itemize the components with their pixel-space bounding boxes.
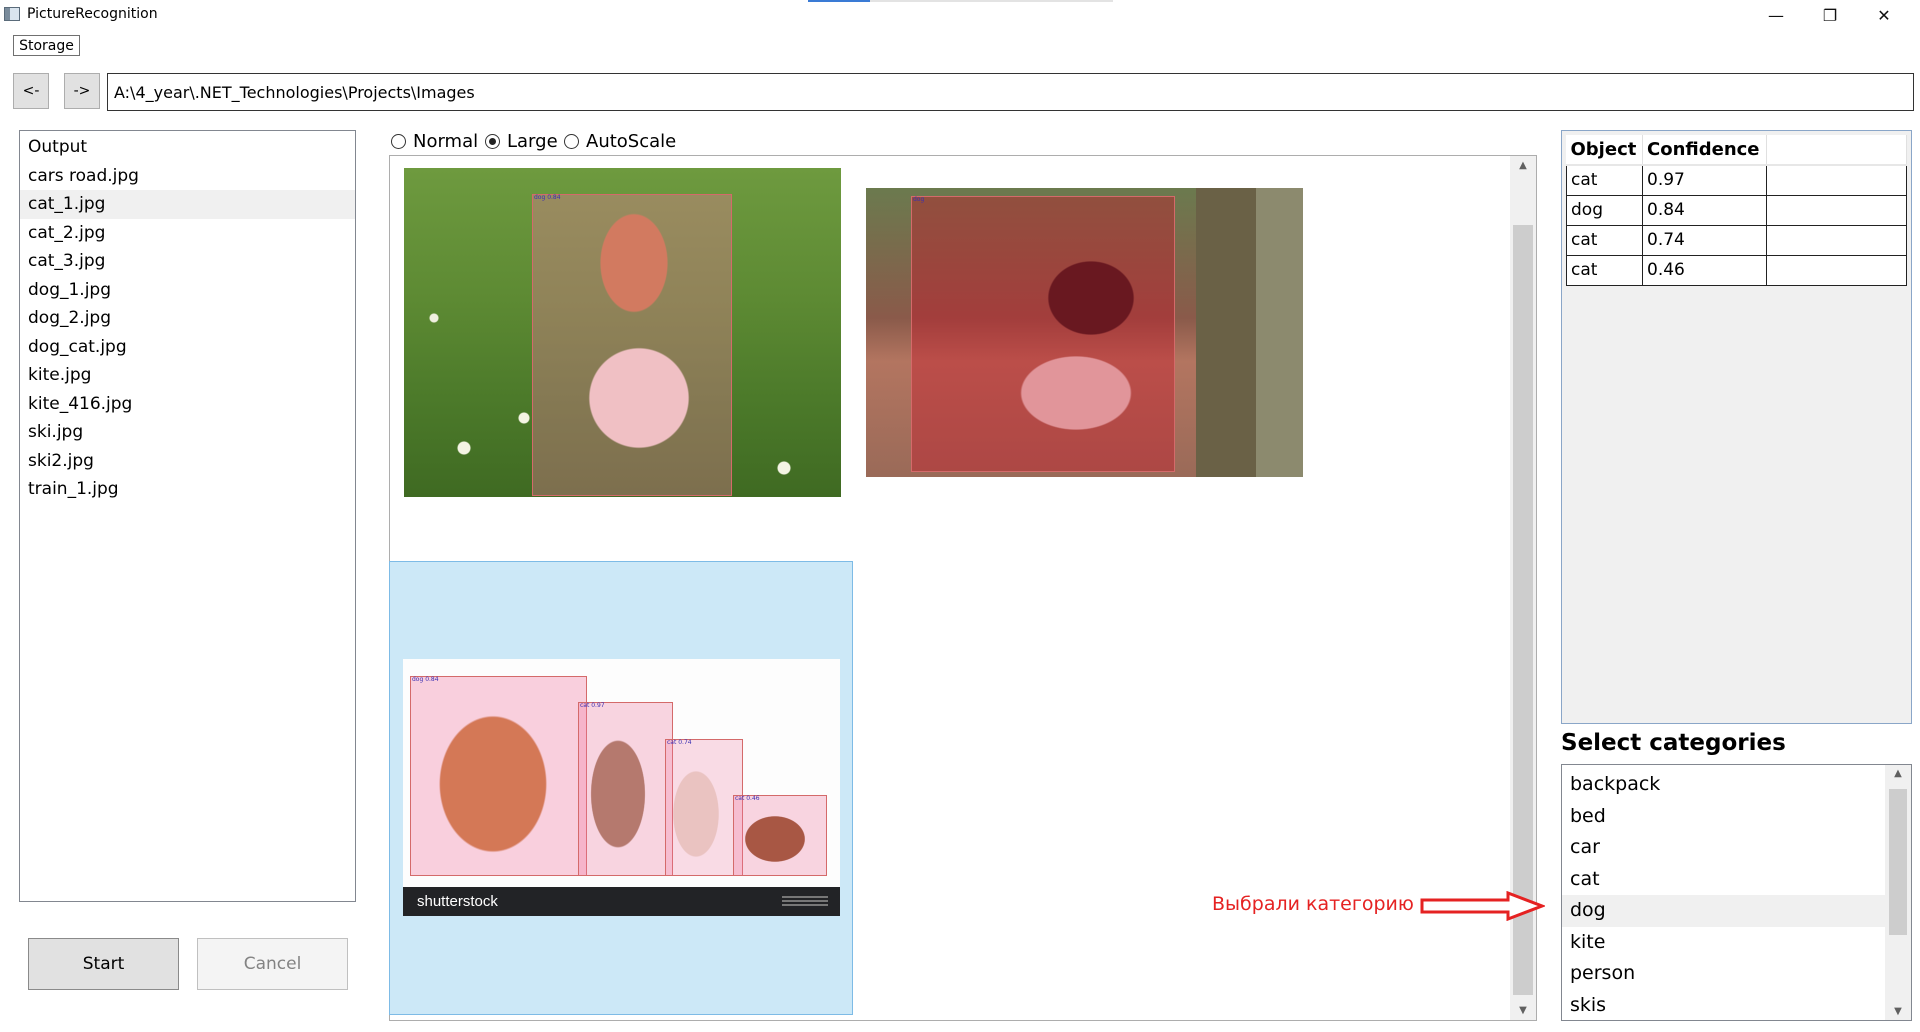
list-item[interactable]: ski2.jpg [20, 447, 355, 476]
radio-indicator [564, 133, 579, 149]
cell-object: dog [1566, 194, 1643, 226]
list-item[interactable]: train_1.jpg [20, 475, 355, 504]
categories-title: Select categories [1561, 730, 1786, 756]
category-item[interactable]: kite [1562, 927, 1886, 959]
cell-confidence: 0.97 [1642, 164, 1767, 196]
detection-box: dog [911, 196, 1175, 472]
title-accent [808, 0, 870, 2]
cell-object: cat [1566, 224, 1643, 256]
scroll-down-icon[interactable]: ▼ [1513, 1005, 1533, 1016]
detection-label: dog 0.84 [534, 194, 561, 201]
app-icon [4, 7, 20, 21]
list-item[interactable]: ski.jpg [20, 418, 355, 447]
image-dog-1[interactable]: dog 0.84 [404, 168, 841, 497]
image-dog-cat[interactable]: dog 0.84 cat 0.97 cat 0.74 cat 0.46 shut… [403, 659, 840, 916]
detection-box: cat 0.46 [733, 795, 827, 876]
cell-object: cat [1566, 164, 1643, 196]
category-item[interactable]: bed [1562, 801, 1886, 833]
maximize-button[interactable]: ❐ [1804, 0, 1856, 30]
category-item[interactable]: backpack [1562, 769, 1886, 801]
file-list[interactable]: Output cars road.jpg cat_1.jpg cat_2.jpg… [19, 130, 356, 902]
categories-list[interactable]: backpack bed car cat dog kite person ski… [1561, 764, 1912, 1021]
detection-label: cat 0.97 [580, 702, 605, 709]
watermark-text: shutterstock [417, 893, 498, 910]
window-title: PictureRecognition [27, 6, 158, 22]
radio-large[interactable]: Large [485, 129, 558, 153]
table-row[interactable]: cat 0.46 [1566, 254, 1907, 286]
category-item[interactable]: car [1562, 832, 1886, 864]
minimize-icon: — [1768, 5, 1784, 25]
image-dog-2[interactable]: dog [866, 188, 1303, 477]
results-table: Object Confidence cat 0.97 dog 0.84 cat … [1566, 135, 1907, 286]
start-button[interactable]: Start [28, 938, 179, 990]
list-item-selected[interactable]: cat_1.jpg [20, 190, 355, 219]
title-bar [0, 0, 1920, 30]
detection-label: cat 0.46 [735, 795, 760, 802]
scroll-up-icon[interactable]: ▲ [1513, 160, 1533, 171]
column-header-empty [1766, 135, 1907, 166]
cell-empty [1766, 194, 1907, 226]
table-row[interactable]: cat 0.74 [1566, 224, 1907, 256]
watermark-id [782, 896, 828, 906]
list-item[interactable]: cat_3.jpg [20, 247, 355, 276]
table-row[interactable]: cat 0.97 [1566, 164, 1907, 196]
path-input[interactable]: A:\4_year\.NET_Technologies\Projects\Ima… [107, 73, 1914, 111]
column-header-object[interactable]: Object [1566, 135, 1643, 166]
list-item[interactable]: cat_2.jpg [20, 219, 355, 248]
detection-label: cat 0.74 [667, 739, 692, 746]
detection-label: dog [913, 196, 925, 203]
cell-confidence: 0.46 [1642, 254, 1767, 286]
category-item[interactable]: cat [1562, 864, 1886, 896]
cell-empty [1766, 164, 1907, 196]
cancel-button[interactable]: Cancel [197, 938, 348, 990]
restore-icon: ❐ [1822, 5, 1838, 25]
back-button[interactable]: <- [13, 73, 49, 109]
list-item[interactable]: cars road.jpg [20, 162, 355, 191]
table-row[interactable]: dog 0.84 [1566, 194, 1907, 226]
forward-button[interactable]: -> [64, 73, 100, 109]
storage-menu-button[interactable]: Storage [13, 35, 80, 56]
list-item[interactable]: dog_2.jpg [20, 304, 355, 333]
table-header-row: Object Confidence [1566, 135, 1907, 166]
detection-box: dog 0.84 [532, 194, 732, 496]
cell-empty [1766, 224, 1907, 256]
scroll-up-icon[interactable]: ▲ [1888, 768, 1908, 779]
radio-label: AutoScale [586, 130, 677, 152]
annotation-text: Выбрали категорию [1212, 893, 1414, 915]
cell-object: cat [1566, 254, 1643, 286]
image-scrollbar-thumb[interactable] [1513, 225, 1533, 995]
column-header-confidence[interactable]: Confidence [1642, 135, 1767, 166]
category-item[interactable]: skis [1562, 990, 1886, 1021]
radio-normal[interactable]: Normal [391, 129, 478, 153]
cell-confidence: 0.84 [1642, 194, 1767, 226]
radio-indicator [391, 133, 406, 149]
image-footer: shutterstock [403, 887, 840, 916]
categories-scrollbar-thumb[interactable] [1889, 789, 1907, 935]
radio-label: Normal [413, 130, 479, 152]
category-item[interactable]: person [1562, 958, 1886, 990]
list-item[interactable]: dog_cat.jpg [20, 333, 355, 362]
detection-box: cat 0.74 [665, 739, 743, 876]
detection-box: cat 0.97 [578, 702, 673, 876]
scroll-down-icon[interactable]: ▼ [1888, 1006, 1908, 1017]
list-item[interactable]: kite.jpg [20, 361, 355, 390]
category-item-selected[interactable]: dog [1562, 895, 1886, 927]
list-item[interactable]: dog_1.jpg [20, 276, 355, 305]
radio-label: Large [507, 130, 558, 152]
list-item[interactable]: Output [20, 133, 355, 162]
title-accent-track [870, 0, 1113, 2]
minimize-button[interactable]: — [1750, 0, 1802, 30]
radio-indicator-checked [485, 133, 500, 149]
close-button[interactable]: ✕ [1858, 0, 1910, 30]
close-icon: ✕ [1877, 5, 1891, 25]
cell-confidence: 0.74 [1642, 224, 1767, 256]
radio-autoscale[interactable]: AutoScale [564, 129, 676, 153]
detection-label: dog 0.84 [412, 676, 439, 683]
arrow-right-icon [1420, 891, 1545, 921]
cell-empty [1766, 254, 1907, 286]
list-item[interactable]: kite_416.jpg [20, 390, 355, 419]
detection-box: dog 0.84 [410, 676, 587, 876]
